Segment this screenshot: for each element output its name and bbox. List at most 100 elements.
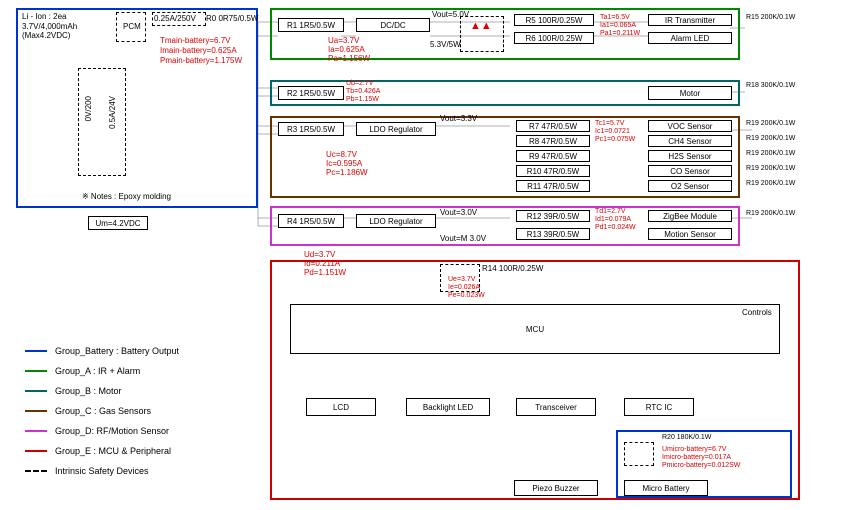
legend-line-battery: [25, 350, 47, 352]
legend-line-b: [25, 390, 47, 392]
ir-p2: Ia1=0.065A: [600, 22, 636, 29]
dcdc: DC/DC: [356, 18, 430, 32]
c-sp2: Ic1=0.0721: [595, 128, 630, 135]
r19-4: R19 200K/0.1W: [746, 165, 795, 172]
legend-line-d: [25, 430, 47, 432]
r13: R13 39R/0.5W: [516, 228, 590, 240]
c-sp3: Pc1=0.075W: [595, 136, 635, 143]
r14: R14 100R/0.25W: [482, 264, 543, 273]
battery-meas3: Pmain-battery=1.175W: [160, 56, 242, 65]
transceiver: Transceiver: [516, 398, 596, 416]
r9: R9 47R/0.5W: [516, 150, 590, 162]
vout-c: Vout=3.3V: [440, 114, 477, 123]
d-zb2: Id1=0.079A: [595, 216, 631, 223]
mb-p3: Pmicro-battery=0.012SW: [662, 462, 740, 469]
c-p3: Pc=1.186W: [326, 168, 368, 177]
c-sp1: Tc1=5.7V: [595, 120, 624, 127]
r4: R4 1R5/0.5W: [278, 214, 344, 228]
vout-m: Vout=M 3.0V: [440, 234, 486, 243]
motor: Motor: [648, 86, 732, 100]
c-p2: Ic=0.595A: [326, 159, 362, 168]
r2: R2 1R5/0.5W: [278, 86, 344, 100]
ir-p3: Pa1=0.211W: [600, 30, 640, 37]
ldo-d: LDO Regulator: [356, 214, 436, 228]
um-label: Um=4.2VDC: [88, 216, 148, 230]
legend-a: Group_A : IR + Alarm: [55, 366, 140, 376]
legend-intrinsic: Intrinsic Safety Devices: [55, 466, 149, 476]
c-p1: Uc=8.7V: [326, 150, 357, 159]
zener-icon: ▲▲: [470, 20, 492, 32]
zigbee: ZigBee Module: [648, 210, 732, 222]
r1: R1 1R5/0.5W: [278, 18, 344, 32]
r19b: R19 200K/0.1W: [746, 210, 795, 217]
legend-line-c: [25, 410, 47, 412]
battery-title: Li - Ion : 2ea 3.7V/4,000mAh (Max4.2VDC): [22, 12, 107, 41]
motion: Motion Sensor: [648, 228, 732, 240]
ldo-c: LDO Regulator: [356, 122, 436, 136]
a-param2: Ia=0.625A: [328, 45, 365, 54]
co-sensor: CO Sensor: [648, 165, 732, 177]
alarm-led: Alarm LED: [648, 32, 732, 44]
legend-line-intrinsic: [25, 470, 47, 472]
fuse-label: 0.25A/250V: [154, 14, 196, 23]
legend-b: Group_B : Motor: [55, 386, 122, 396]
e-p1: Ue=3.7V: [448, 276, 475, 283]
b-p2: Tb=0.426A: [346, 88, 380, 95]
mb-p1: Umicro-battery=6.7V: [662, 446, 726, 453]
vout-d: Vout=3.0V: [440, 208, 477, 217]
rtc: RTC IC: [624, 398, 694, 416]
h2s-sensor: H2S Sensor: [648, 150, 732, 162]
voc-sensor: VOC Sensor: [648, 120, 732, 132]
battery-meas1: Tmain-battery=6.7V: [160, 36, 230, 45]
e-p3: Pe=0.023W: [448, 292, 485, 299]
r8: R8 47R/0.5W: [516, 135, 590, 147]
ir-tx: IR Transmitter: [648, 14, 732, 26]
r15: R15 200K/0.1W: [746, 14, 795, 21]
micro-battery: Micro Battery: [624, 480, 708, 496]
pcm-label: PCM: [123, 22, 141, 31]
vert-right: 0.5A/24V: [108, 96, 117, 129]
d-p1: Ud=3.7V: [304, 250, 335, 259]
battery-meas2: Imain-battery=0.625A: [160, 46, 237, 55]
e-p2: Ie=0.026A: [448, 284, 480, 291]
r19-2: R19 200K/0.1W: [746, 135, 795, 142]
r3: R3 1R5/0.5W: [278, 122, 344, 136]
r19-1: R19 200K/0.1W: [746, 120, 795, 127]
r19-3: R19 200K/0.1W: [746, 150, 795, 157]
r0-label: R0 0R75/0.5W: [206, 14, 258, 23]
micro-dash: [624, 442, 654, 466]
mcu: MCU: [290, 304, 780, 354]
controls: Controls: [742, 308, 772, 317]
backlight: Backlight LED: [406, 398, 490, 416]
piezo: Piezo Buzzer: [514, 480, 598, 496]
legend-line-e: [25, 450, 47, 452]
r19-5: R19 200K/0.1W: [746, 180, 795, 187]
r6: R6 100R/0.25W: [514, 32, 594, 44]
r10: R10 47R/0.5W: [516, 165, 590, 177]
b-p1: Ub=2.7V: [346, 80, 373, 87]
zener-label: 5.3V/5W: [430, 40, 461, 49]
vert-left: 0V/200: [84, 96, 93, 121]
legend-battery: Group_Battery : Battery Output: [55, 346, 179, 356]
epoxy-box: [78, 68, 126, 176]
legend-e: Group_E : MCU & Peripheral: [55, 446, 171, 456]
battery-note: ※ Notes : Epoxy molding: [82, 192, 171, 201]
r18: R18 300K/0.1W: [746, 82, 795, 89]
r11: R11 47R/0.5W: [516, 180, 590, 192]
d-zb3: Pd1=0.024W: [595, 224, 636, 231]
legend-line-a: [25, 370, 47, 372]
r5: R5 100R/0.25W: [514, 14, 594, 26]
r7: R7 47R/0.5W: [516, 120, 590, 132]
a-param1: Ua=3.7V: [328, 36, 359, 45]
ir-p1: Ta1=6.5V: [600, 14, 630, 21]
ch4-sensor: CH4 Sensor: [648, 135, 732, 147]
a-param3: Pa=1.156W: [328, 54, 370, 63]
legend-d: Group_D: RF/Motion Sensor: [55, 426, 169, 436]
r20: R20 180K/0.1W: [662, 434, 711, 441]
d-zb1: Td1=2.7V: [595, 208, 626, 215]
r12: R12 39R/0.5W: [516, 210, 590, 222]
legend-c: Group_C : Gas Sensors: [55, 406, 151, 416]
mb-p2: Imicro-battery=0.017A: [662, 454, 731, 461]
o2-sensor: O2 Sensor: [648, 180, 732, 192]
lcd: LCD: [306, 398, 376, 416]
